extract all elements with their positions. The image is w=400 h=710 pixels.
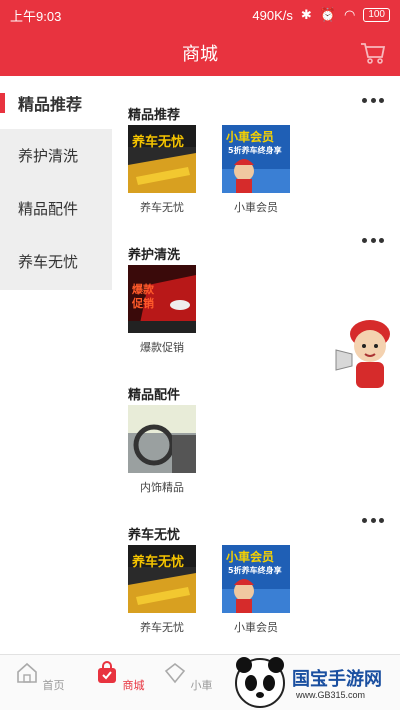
- section-title: 养车无忧: [128, 527, 181, 542]
- product-card[interactable]: 养车无忧 养车无忧: [128, 545, 196, 635]
- product-card[interactable]: 内饰精品: [128, 405, 196, 495]
- product-name: 养车无忧: [140, 202, 184, 214]
- sidebar-item-yanghu-qingxi[interactable]: 养护清洗: [0, 129, 112, 182]
- product-name: 小車会员: [234, 622, 278, 634]
- product-name: 爆款促销: [140, 342, 184, 354]
- wifi-icon: ◠: [343, 7, 356, 22]
- net-speed: 490K/s: [252, 7, 293, 23]
- product-thumb-xiaoche: 小車会员 5折养车终身享: [222, 125, 290, 193]
- nav-label: 商城: [122, 680, 145, 692]
- section-jingpin-tuijian: 精品推荐 养车无忧 养车无忧 小車会员 5折养车终身享 小車会员: [112, 76, 400, 216]
- product-name: 养车无忧: [140, 622, 184, 634]
- more-icon[interactable]: [362, 236, 384, 244]
- battery-icon: 100: [363, 8, 390, 22]
- product-card[interactable]: 小車会员 5折养车终身享 小車会员: [222, 125, 290, 215]
- section-title: 养护清洗: [128, 247, 181, 262]
- mascot-float-icon[interactable]: [334, 312, 396, 392]
- thumb-text: 养车无忧: [132, 555, 185, 570]
- status-time: 上午9:03: [10, 8, 62, 24]
- bluetooth-icon: ✱: [300, 7, 312, 22]
- nav-xiaoche[interactable]: 小車: [158, 661, 218, 693]
- thumb-text: 促销: [132, 297, 154, 310]
- thumb-text: 小車会员: [226, 550, 275, 564]
- thumb-text: 养车无忧: [132, 135, 185, 150]
- sidebar-item-yangche-wuyou[interactable]: 养车无忧: [0, 235, 112, 288]
- more-icon[interactable]: [362, 516, 384, 524]
- nav-home[interactable]: 首页: [10, 661, 70, 693]
- thumb-text: 小車会员: [226, 130, 275, 144]
- nav-label: 小車: [190, 680, 213, 692]
- home-icon: [17, 662, 38, 683]
- section-title: 精品推荐: [128, 107, 181, 122]
- section-title: 精品配件: [128, 387, 181, 402]
- sidebar-item-jingpin-peijian[interactable]: 精品配件: [0, 182, 112, 235]
- section-yangche-wuyou: 养车无忧 养车无忧 养车无忧 小車会员 5折养车终身享 小車会员: [112, 516, 400, 654]
- sidebar-item-label: 精品推荐: [18, 96, 83, 114]
- watermark-brand: 国宝手游网: [292, 669, 382, 689]
- thumb-subtext: 5折养车终身享: [228, 566, 282, 575]
- product-thumb-neishi: [128, 405, 196, 473]
- shopping-bag-icon: [98, 661, 117, 683]
- status-bar: 上午9:03 490K/s ✱ ⏰ ◠ 100: [0, 0, 400, 30]
- alarm-icon: ⏰: [319, 7, 336, 22]
- category-sidebar: 精品推荐 养护清洗 精品配件 养车无忧: [0, 76, 112, 290]
- product-name: 内饰精品: [140, 482, 184, 494]
- section-jingpin-peijian: 精品配件 内饰精品: [112, 376, 400, 496]
- product-card[interactable]: 爆款 促销 爆款促销: [128, 265, 196, 355]
- product-thumb-yangche: 养车无忧: [128, 125, 196, 193]
- panda-icon: [235, 657, 285, 708]
- sidebar-item-jingpin-tuijian[interactable]: 精品推荐: [0, 76, 112, 129]
- product-card[interactable]: 小車会员 5折养车终身享 小車会员: [222, 545, 290, 635]
- nav-label: 首页: [42, 680, 65, 692]
- product-thumb-yangche: 养车无忧: [128, 545, 196, 613]
- product-card[interactable]: 养车无忧 养车无忧: [128, 125, 196, 215]
- sidebar-item-label: 养护清洗: [18, 148, 79, 165]
- sidebar-item-label: 养车无忧: [18, 254, 79, 271]
- watermark-logo: 国宝手游网 www.GB315.com: [230, 655, 400, 710]
- cart-icon[interactable]: [360, 41, 386, 65]
- sidebar-item-label: 精品配件: [18, 201, 79, 218]
- page-title: 商城: [182, 44, 218, 64]
- product-thumb-baokuan: 爆款 促销: [128, 265, 196, 333]
- product-thumb-xiaoche: 小車会员 5折养车终身享: [222, 545, 290, 613]
- watermark-url: www.GB315.com: [296, 690, 366, 700]
- app-header: 商城: [0, 30, 400, 76]
- more-icon[interactable]: [362, 96, 384, 104]
- diamond-icon: [165, 662, 186, 684]
- nav-mall[interactable]: 商城: [90, 661, 150, 693]
- product-name: 小車会员: [234, 202, 278, 214]
- thumb-subtext: 5折养车终身享: [228, 146, 282, 155]
